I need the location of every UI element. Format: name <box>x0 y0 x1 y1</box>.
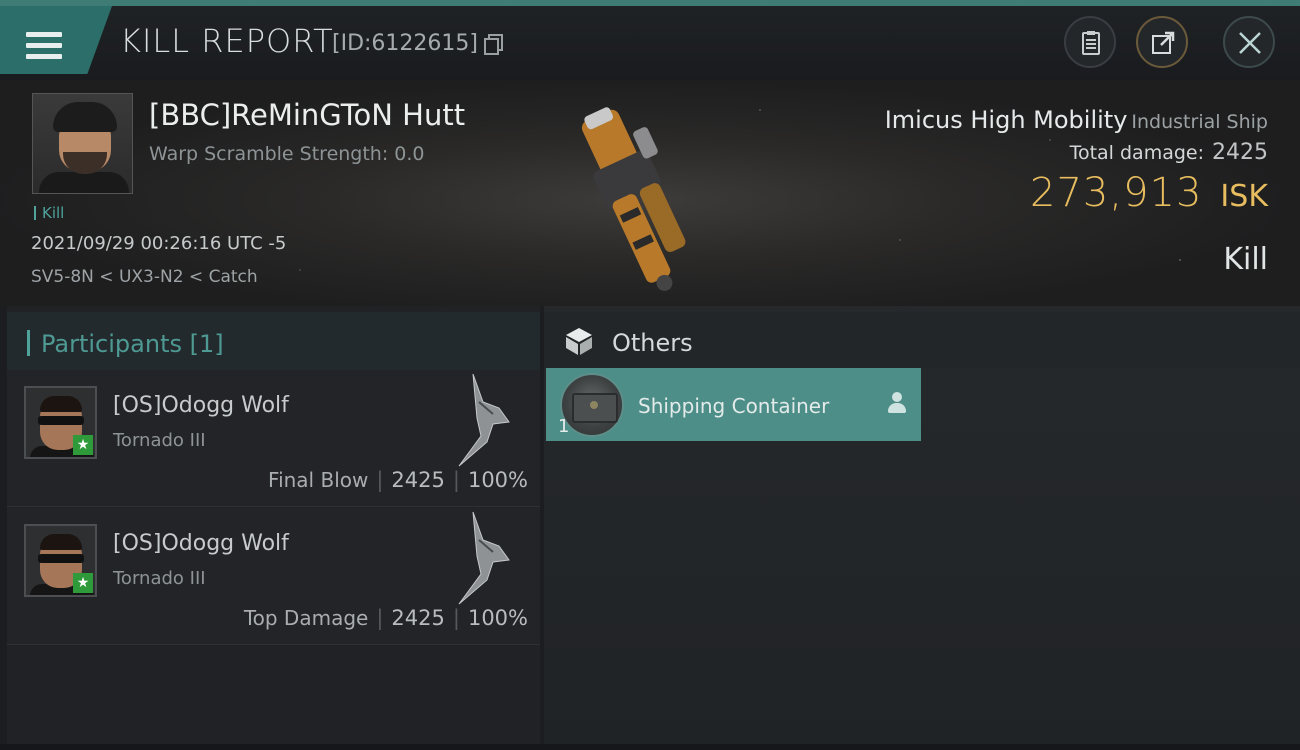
share-icon <box>1152 31 1175 54</box>
container-icon <box>560 373 624 437</box>
victim-ship-image[interactable] <box>555 95 725 295</box>
warp-scramble-strength: Warp Scramble Strength: 0.0 <box>149 143 425 165</box>
participant-percent: 100% <box>467 606 528 630</box>
result-label: Kill <box>1223 242 1268 277</box>
victim-banner: [BBC]ReMinGToN Hutt Warp Scramble Streng… <box>0 80 1300 306</box>
victim-name[interactable]: [BBC]ReMinGToN Hutt <box>149 98 465 132</box>
participants-panel: Participants [1] ★ [OS]Odogg Wolf Tornad… <box>7 306 540 746</box>
participant-percent: 100% <box>467 468 528 492</box>
cube-icon <box>566 328 592 355</box>
participant-ship: Tornado III <box>113 430 206 451</box>
victim-avatar[interactable] <box>32 93 133 194</box>
item-quantity: 1 <box>558 416 570 437</box>
participant-stats: Final Blow | 2425 | 100% <box>268 468 528 492</box>
participant-ship: Tornado III <box>113 568 206 589</box>
others-panel: Others 1 Shipping Container <box>544 306 1300 746</box>
copy-icon[interactable] <box>484 34 503 55</box>
kill-location[interactable]: SV5-8N < UX3-N2 < Catch <box>31 267 258 287</box>
item-name: Shipping Container <box>638 394 830 418</box>
kill-datetime: 2021/09/29 00:26:16 UTC -5 <box>31 233 287 254</box>
header-accent-line <box>0 0 1300 6</box>
participant-avatar[interactable]: ★ <box>24 386 97 459</box>
participant-damage: 2425 <box>391 606 445 630</box>
participant-row[interactable]: ★ [OS]Odogg Wolf Tornado III Top Damage |… <box>7 508 540 645</box>
report-id: [ID:6122615] <box>332 31 478 56</box>
participant-name[interactable]: [OS]Odogg Wolf <box>113 531 289 556</box>
close-icon <box>1239 32 1261 54</box>
participant-avatar[interactable]: ★ <box>24 524 97 597</box>
clipboard-button[interactable] <box>1064 16 1116 68</box>
participant-ship-image[interactable] <box>453 510 517 606</box>
person-icon[interactable] <box>887 392 907 414</box>
participant-stats: Top Damage | 2425 | 100% <box>243 606 528 630</box>
total-damage: Total damage: 2425 <box>1069 140 1268 165</box>
total-damage-value: 2425 <box>1212 140 1268 165</box>
kill-tag: Kill <box>34 206 64 221</box>
star-icon: ★ <box>73 573 93 593</box>
page-title: KILL REPORT <box>120 22 334 60</box>
others-header: Others <box>544 312 1300 368</box>
menu-tab[interactable] <box>0 6 112 74</box>
participant-ship-image[interactable] <box>453 372 517 468</box>
bottom-edge <box>0 744 1300 750</box>
menu-icon[interactable] <box>26 32 62 60</box>
star-icon: ★ <box>73 435 93 455</box>
isk-value: 273,913 ISK <box>1030 170 1268 216</box>
header-bar: KILL REPORT [ID:6122615] <box>0 0 1300 80</box>
participant-row[interactable]: ★ [OS]Odogg Wolf Tornado III Final Blow |… <box>7 370 540 507</box>
item-row-shipping-container[interactable]: 1 Shipping Container <box>546 368 921 441</box>
close-button[interactable] <box>1223 16 1275 68</box>
victim-ship-name[interactable]: Imicus High Mobility Industrial Ship <box>885 106 1268 134</box>
clipboard-icon <box>1082 31 1100 55</box>
participant-damage: 2425 <box>391 468 445 492</box>
participants-header: Participants [1] <box>7 312 540 370</box>
others-title: Others <box>612 329 693 357</box>
participants-title: Participants [1] <box>41 330 224 358</box>
participant-name[interactable]: [OS]Odogg Wolf <box>113 393 289 418</box>
share-button[interactable] <box>1136 16 1188 68</box>
ship-class: Industrial Ship <box>1131 111 1268 133</box>
